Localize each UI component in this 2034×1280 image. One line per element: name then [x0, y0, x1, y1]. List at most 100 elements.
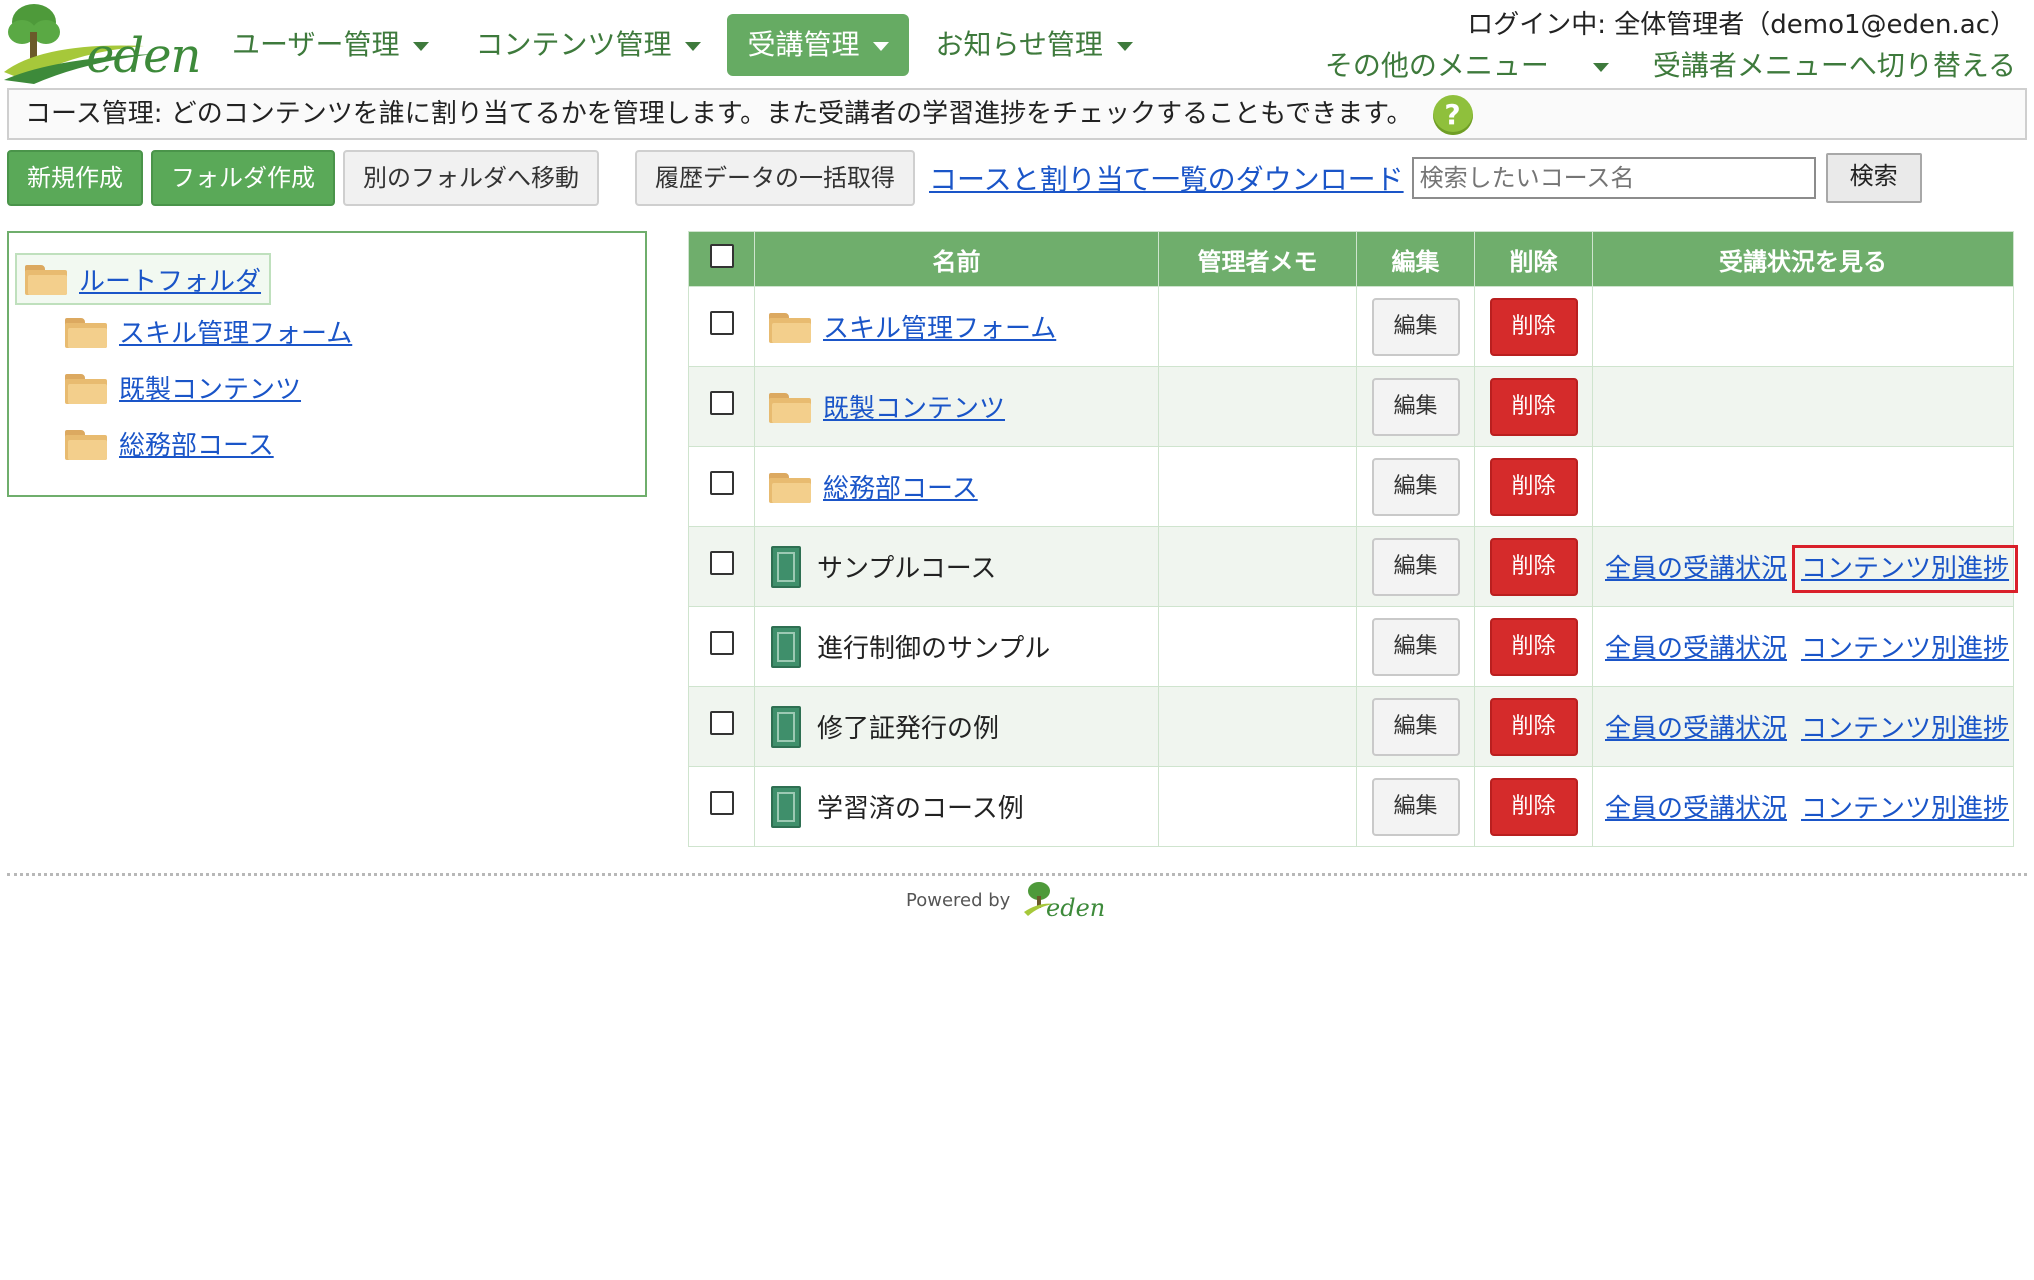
name-cell: 総務部コース	[754, 446, 1159, 527]
nav-label: ユーザー管理	[232, 28, 400, 61]
switch-learner-menu-link[interactable]: 受講者メニューへ切り替える	[1653, 44, 2016, 84]
caret-down-icon	[413, 41, 430, 51]
nav-course-management[interactable]: 受講管理	[727, 14, 910, 76]
tree-folder-link[interactable]: スキル管理フォーム	[119, 313, 352, 350]
row-select-cell	[688, 286, 755, 367]
edit-button[interactable]: 編集	[1371, 377, 1460, 436]
content-progress-link[interactable]: コンテンツ別進捗	[1801, 794, 2009, 824]
delete-button[interactable]: 削除	[1489, 537, 1578, 596]
memo-cell	[1158, 366, 1357, 447]
powered-by: Powered by eden	[906, 880, 1126, 930]
row-select-cell	[688, 686, 755, 767]
nav-content-management[interactable]: コンテンツ管理	[455, 14, 721, 76]
row-select-cell	[688, 366, 755, 447]
tree-folder-link[interactable]: 既製コンテンツ	[119, 369, 301, 406]
delete-cell: 削除	[1474, 686, 1593, 767]
memo-cell	[1158, 286, 1357, 367]
nav-label: 受講管理	[747, 28, 860, 61]
delete-button[interactable]: 削除	[1489, 777, 1578, 836]
edit-button[interactable]: 編集	[1371, 617, 1460, 676]
name-cell: サンプルコース	[754, 526, 1159, 607]
status-cell	[1592, 366, 2014, 447]
powered-by-text: Powered by	[906, 890, 1011, 911]
delete-button[interactable]: 削除	[1489, 457, 1578, 516]
all-learners-status-link[interactable]: 全員の受講状況	[1605, 634, 1787, 664]
download-assignments-link[interactable]: コースと割り当て一覧のダウンロード	[929, 158, 1404, 198]
memo-cell	[1158, 446, 1357, 527]
folder-icon	[769, 391, 811, 423]
content-progress-link[interactable]: コンテンツ別進捗	[1792, 545, 2019, 593]
content-progress-link[interactable]: コンテンツ別進捗	[1801, 714, 2009, 744]
memo-cell	[1158, 526, 1357, 607]
caret-down-icon	[1116, 41, 1133, 51]
other-menu-dropdown[interactable]: その他のメニュー	[1281, 44, 1609, 84]
course-search-input[interactable]	[1411, 157, 1816, 199]
folder-name-link[interactable]: 既製コンテンツ	[823, 388, 1005, 425]
row-checkbox[interactable]	[709, 471, 734, 495]
memo-cell	[1158, 766, 1357, 847]
toolbar: 新規作成 フォルダ作成 別のフォルダへ移動 履歴データの一括取得 コースと割り当…	[7, 150, 1922, 206]
main-nav: ユーザー管理 コンテンツ管理 受講管理 お知らせ管理	[212, 14, 1159, 76]
tree-item[interactable]: 既製コンテンツ	[65, 369, 301, 406]
row-select-cell	[688, 606, 755, 687]
content-progress-link[interactable]: コンテンツ別進捗	[1801, 634, 2009, 664]
row-checkbox[interactable]	[709, 631, 734, 655]
edit-cell: 編集	[1356, 526, 1475, 607]
row-checkbox[interactable]	[709, 711, 734, 735]
table-row: サンプルコース 編集 削除 全員の受講状況 コンテンツ別進捗	[688, 526, 2019, 607]
all-learners-status-link[interactable]: 全員の受講状況	[1605, 714, 1787, 744]
table-row: 学習済のコース例 編集 削除 全員の受講状況 コンテンツ別進捗	[688, 766, 2014, 847]
new-course-button[interactable]: 新規作成	[7, 150, 143, 206]
table-row: 既製コンテンツ 編集 削除	[688, 366, 2014, 447]
search-button[interactable]: 検索	[1825, 153, 1922, 203]
edit-button[interactable]: 編集	[1371, 297, 1460, 356]
name-cell: 修了証発行の例	[754, 686, 1159, 767]
bulk-history-button[interactable]: 履歴データの一括取得	[635, 150, 915, 206]
delete-cell: 削除	[1474, 526, 1593, 607]
select-all-checkbox[interactable]	[709, 244, 734, 268]
tree-item[interactable]: スキル管理フォーム	[65, 313, 352, 350]
edit-button[interactable]: 編集	[1371, 777, 1460, 836]
nav-notice-management[interactable]: お知らせ管理	[915, 14, 1152, 76]
nav-user-management[interactable]: ユーザー管理	[212, 14, 449, 76]
header-memo: 管理者メモ	[1158, 231, 1357, 287]
all-learners-status-link[interactable]: 全員の受講状況	[1605, 554, 1787, 584]
root-folder-link[interactable]: ルートフォルダ	[79, 261, 261, 298]
delete-button[interactable]: 削除	[1489, 697, 1578, 756]
header-edit: 編集	[1356, 231, 1475, 287]
folder-icon	[769, 311, 811, 343]
footer-divider	[7, 873, 2027, 876]
row-select-cell	[688, 526, 755, 607]
tree-item[interactable]: 総務部コース	[65, 425, 274, 462]
name-cell: 進行制御のサンプル	[754, 606, 1159, 687]
edit-button[interactable]: 編集	[1371, 697, 1460, 756]
all-learners-status-link[interactable]: 全員の受講状況	[1605, 794, 1787, 824]
folder-name-link[interactable]: 総務部コース	[823, 468, 978, 505]
edit-cell: 編集	[1356, 446, 1475, 527]
row-checkbox[interactable]	[709, 391, 734, 415]
row-checkbox[interactable]	[709, 551, 734, 575]
header-delete: 削除	[1474, 231, 1593, 287]
edit-button[interactable]: 編集	[1371, 537, 1460, 596]
delete-button[interactable]: 削除	[1489, 377, 1578, 436]
folder-tree: ルートフォルダ スキル管理フォーム 既製コンテンツ 総務部コース	[7, 231, 647, 497]
folder-name-link[interactable]: スキル管理フォーム	[823, 308, 1056, 345]
delete-button[interactable]: 削除	[1489, 617, 1578, 676]
tree-root-folder[interactable]: ルートフォルダ	[15, 253, 272, 305]
course-name: 学習済のコース例	[817, 794, 1024, 824]
create-folder-button[interactable]: フォルダ作成	[151, 150, 335, 206]
course-book-icon	[771, 625, 801, 668]
edit-button[interactable]: 編集	[1371, 457, 1460, 516]
delete-button[interactable]: 削除	[1489, 297, 1578, 356]
delete-cell: 削除	[1474, 766, 1593, 847]
help-icon[interactable]: ?	[1432, 94, 1473, 135]
course-name: 修了証発行の例	[817, 714, 1000, 744]
table-row: 修了証発行の例 編集 削除 全員の受講状況 コンテンツ別進捗	[688, 686, 2014, 767]
tree-folder-link[interactable]: 総務部コース	[119, 425, 274, 462]
eden-logo[interactable]: eden	[4, 2, 201, 84]
nav-label: お知らせ管理	[935, 28, 1103, 61]
row-checkbox[interactable]	[709, 791, 734, 815]
move-folder-button[interactable]: 別のフォルダへ移動	[343, 150, 599, 206]
nav-label: コンテンツ管理	[475, 28, 672, 61]
row-checkbox[interactable]	[709, 311, 734, 335]
